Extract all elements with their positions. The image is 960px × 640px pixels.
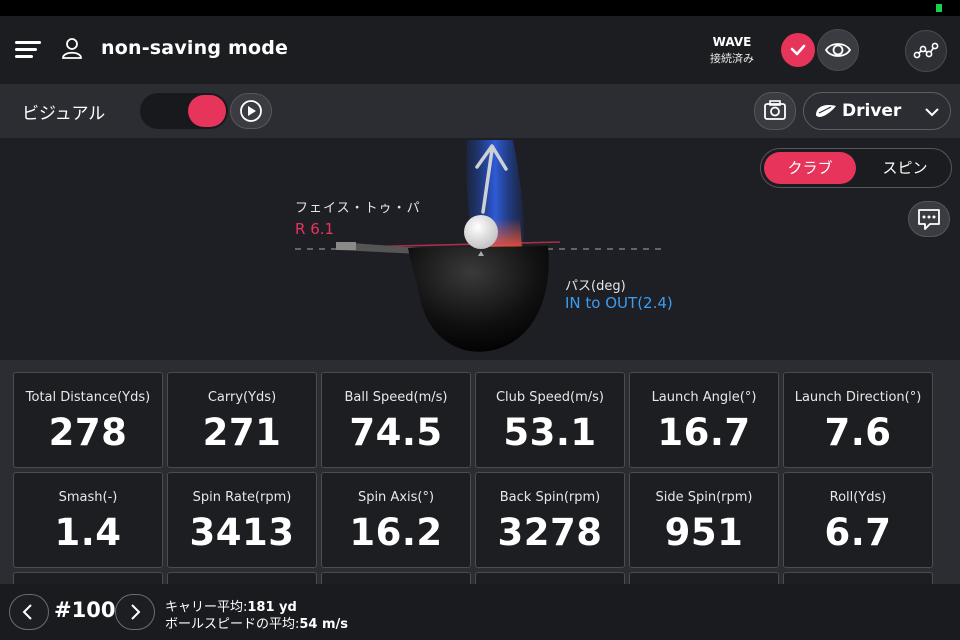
metric-value: 7.6 [824, 411, 892, 454]
metric-label: Carry(Yds) [207, 390, 277, 405]
metric-label: Smash(-) [58, 490, 118, 505]
chat-bubble-icon [918, 209, 940, 230]
next-shot-button[interactable] [115, 594, 155, 630]
shaft-grip-highlight [336, 242, 356, 250]
metric-label: Total Distance(Yds) [25, 390, 151, 405]
hamburger-icon[interactable] [15, 41, 41, 59]
metric-value: 3278 [497, 511, 603, 554]
wave-status-text: 接続済み [710, 52, 754, 65]
metric-card-partial[interactable] [475, 572, 625, 584]
chevron-left-icon [22, 604, 32, 620]
wave-title: WAVE [712, 35, 752, 49]
metric-label: Spin Rate(rpm) [192, 490, 292, 505]
face-to-path-label: フェイス・トゥ・パ [295, 201, 421, 216]
club-head [408, 246, 549, 352]
metric-card[interactable]: Side Spin(rpm) 951 [629, 472, 779, 568]
metric-label: Roll(Yds) [829, 490, 887, 505]
metric-card-partial[interactable] [783, 572, 933, 584]
view-segment-control: クラブ スピン [760, 148, 952, 188]
metric-value: 74.5 [349, 411, 443, 454]
metric-label: Back Spin(rpm) [499, 490, 601, 505]
previous-shot-button[interactable] [9, 594, 49, 630]
chevron-right-icon [131, 604, 141, 620]
shot-number: #100 [54, 598, 116, 622]
app-header: non-saving mode WAVE 接続済み [0, 16, 960, 84]
golf-ball [464, 215, 498, 249]
metric-label: Side Spin(rpm) [655, 490, 753, 505]
metric-card[interactable]: Total Distance(Yds) 278 [13, 372, 163, 468]
camera-icon [764, 100, 786, 120]
metric-card[interactable]: Launch Angle(°) 16.7 [629, 372, 779, 468]
metric-label: Spin Axis(°) [357, 490, 435, 505]
metric-value: 278 [48, 411, 128, 454]
metric-card[interactable]: Launch Direction(°) 7.6 [783, 372, 933, 468]
visual-toggle[interactable] [140, 93, 228, 129]
metric-card[interactable]: Spin Rate(rpm) 3413 [167, 472, 317, 568]
metric-card[interactable]: Smash(-) 1.4 [13, 472, 163, 568]
metric-label: Launch Angle(°) [651, 390, 757, 405]
status-bar [0, 0, 960, 16]
metric-value: 3413 [189, 511, 295, 554]
ball-speed-average-value: 54 m/s [299, 617, 349, 632]
segment-spin[interactable]: スピン [865, 152, 945, 184]
battery-icon [936, 4, 942, 12]
metric-label: Launch Direction(°) [794, 390, 922, 405]
metric-card[interactable]: Spin Axis(°) 16.2 [321, 472, 471, 568]
metric-label: Ball Speed(m/s) [344, 390, 448, 405]
ball-speed-average-label: ボールスピードの平均: [165, 617, 300, 632]
metric-card[interactable]: Carry(Yds) 271 [167, 372, 317, 468]
user-icon[interactable] [61, 37, 83, 59]
camera-button[interactable] [754, 92, 796, 130]
visual-label: ビジュアル [22, 104, 106, 124]
toggle-knob [188, 95, 226, 127]
wave-connection-status: WAVE 接続済み [700, 35, 764, 66]
metric-card[interactable]: Roll(Yds) 6.7 [783, 472, 933, 568]
eye-button[interactable] [817, 29, 859, 71]
metric-value: 1.4 [54, 511, 122, 554]
face-to-path-value: R 6.1 [295, 220, 335, 238]
metric-card-partial[interactable] [13, 572, 163, 584]
share-nodes-icon [913, 42, 939, 59]
visual-toolbar: ビジュアル Driver [0, 84, 960, 138]
path-label: パス(deg) [565, 279, 626, 294]
metric-card-partial[interactable] [629, 572, 779, 584]
metric-card[interactable]: Ball Speed(m/s) 74.5 [321, 372, 471, 468]
metric-card[interactable]: Club Speed(m/s) 53.1 [475, 372, 625, 468]
club-visualization: フェイス・トゥ・パ R 6.1 パス(deg) IN to OUT(2.4) ク… [0, 138, 960, 360]
metric-value: 6.7 [824, 511, 892, 554]
metric-card[interactable]: Back Spin(rpm) 3278 [475, 472, 625, 568]
club-select[interactable]: Driver [803, 92, 951, 130]
play-icon [240, 100, 262, 122]
metric-value: 16.2 [349, 511, 443, 554]
chevron-down-icon [925, 108, 939, 117]
check-icon[interactable] [781, 33, 815, 67]
metric-card-partial[interactable] [167, 572, 317, 584]
path-value: IN to OUT(2.4) [565, 294, 673, 312]
driver-club-icon [816, 105, 836, 117]
ball-speed-average: ボールスピードの平均:54 m/s [165, 613, 348, 632]
club-select-value: Driver [842, 101, 902, 121]
metric-value: 16.7 [657, 411, 751, 454]
mode-title: non-saving mode [101, 37, 289, 59]
metrics-grid: Total Distance(Yds) 278 Carry(Yds) 271 B… [0, 360, 960, 584]
metric-value: 951 [664, 511, 744, 554]
chat-button[interactable] [908, 201, 950, 237]
metric-value: 53.1 [503, 411, 597, 454]
metric-value: 271 [202, 411, 282, 454]
share-button[interactable] [905, 30, 947, 72]
segment-club[interactable]: クラブ [764, 152, 856, 184]
eye-icon [824, 43, 852, 57]
shot-footer: #100 キャリー平均:181 yd ボールスピードの平均:54 m/s [0, 584, 960, 640]
metric-card-partial[interactable] [321, 572, 471, 584]
metric-label: Club Speed(m/s) [495, 390, 605, 405]
play-button[interactable] [230, 93, 272, 129]
